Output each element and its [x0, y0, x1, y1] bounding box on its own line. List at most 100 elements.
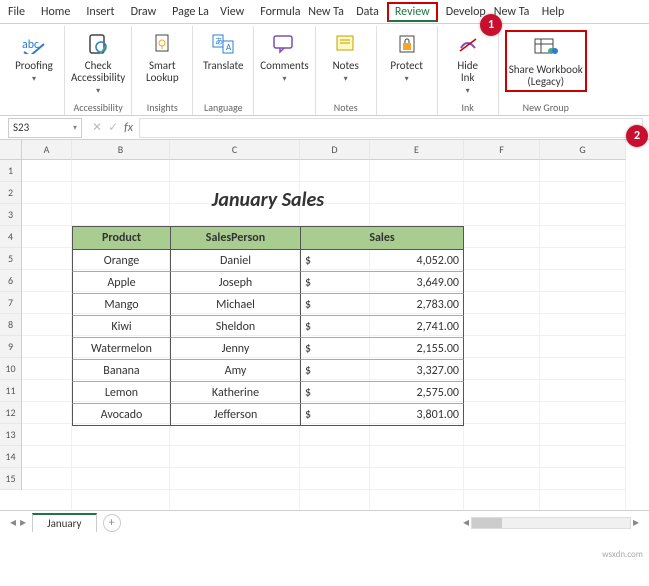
sheet-prev-icon[interactable]: ◂: [10, 515, 16, 530]
cell-person[interactable]: Sheldon: [170, 316, 300, 338]
col-header[interactable]: D: [300, 140, 370, 160]
select-all-triangle[interactable]: [0, 140, 22, 160]
scroll-right-icon[interactable]: ▸: [633, 515, 639, 530]
row-header[interactable]: 10: [0, 358, 21, 380]
cell-person[interactable]: Jefferson: [170, 404, 300, 426]
formula-bar: S23 ▾ ✕ ✓ fx: [0, 116, 649, 140]
row-header[interactable]: 7: [0, 292, 21, 314]
chevron-down-icon: ▾: [282, 74, 286, 84]
tab-formulas[interactable]: Formula: [252, 2, 300, 22]
table-row: AppleJoseph$3,649.00: [72, 272, 464, 294]
col-header[interactable]: A: [22, 140, 72, 160]
row-header[interactable]: 13: [0, 424, 21, 446]
translate-button[interactable]: あA Translate: [199, 30, 247, 72]
col-header[interactable]: C: [170, 140, 300, 160]
cell-sales[interactable]: $2,783.00: [300, 294, 464, 316]
col-header[interactable]: B: [72, 140, 170, 160]
col-header[interactable]: G: [540, 140, 626, 160]
cell-product[interactable]: Lemon: [72, 382, 170, 404]
row-header[interactable]: 6: [0, 270, 21, 292]
cell-person[interactable]: Katherine: [170, 382, 300, 404]
cell-product[interactable]: Apple: [72, 272, 170, 294]
lightbulb-icon: [152, 30, 172, 58]
col-header[interactable]: F: [464, 140, 540, 160]
worksheet-grid: 123456789101112131415 A B C D E F G Janu…: [0, 140, 649, 510]
tab-newtab-1[interactable]: New Ta: [300, 2, 348, 22]
sheet-next-icon[interactable]: ▸: [20, 515, 26, 530]
cell-person[interactable]: Jenny: [170, 338, 300, 360]
cell-person[interactable]: Joseph: [170, 272, 300, 294]
sheet-tab-bar: ◂ ▸ January + ◂ ▸: [0, 510, 649, 534]
cell-person[interactable]: Amy: [170, 360, 300, 382]
tab-draw[interactable]: Draw: [123, 2, 165, 22]
table-row: LemonKatherine$2,575.00: [72, 382, 464, 404]
tab-developer[interactable]: Develop: [438, 2, 486, 22]
fx-icon[interactable]: fx: [124, 121, 133, 135]
cell-sales[interactable]: $4,052.00: [300, 250, 464, 272]
row-header[interactable]: 9: [0, 336, 21, 358]
row-header[interactable]: 3: [0, 204, 21, 226]
chevron-down-icon: ▾: [344, 74, 348, 84]
spelling-icon: abc: [22, 30, 46, 58]
cell-product[interactable]: Mango: [72, 294, 170, 316]
table-row: AvocadoJefferson$3,801.00: [72, 404, 464, 426]
row-header[interactable]: 5: [0, 248, 21, 270]
cell-sales[interactable]: $3,649.00: [300, 272, 464, 294]
col-header[interactable]: E: [370, 140, 464, 160]
sheet-tab-january[interactable]: January: [32, 513, 96, 532]
tab-data[interactable]: Data: [348, 2, 387, 22]
row-header[interactable]: 12: [0, 402, 21, 424]
cell-product[interactable]: Watermelon: [72, 338, 170, 360]
cell-person[interactable]: Daniel: [170, 250, 300, 272]
cell-sales[interactable]: $3,327.00: [300, 360, 464, 382]
cell-sales[interactable]: $2,741.00: [300, 316, 464, 338]
scroll-left-icon[interactable]: ◂: [463, 515, 469, 530]
tab-help[interactable]: Help: [534, 2, 573, 22]
tab-home[interactable]: Home: [33, 2, 78, 22]
cell-product[interactable]: Avocado: [72, 404, 170, 426]
chevron-down-icon: ▾: [405, 74, 409, 84]
ink-icon: [457, 30, 479, 58]
tab-review[interactable]: Review: [387, 2, 438, 22]
horizontal-scrollbar[interactable]: [471, 517, 631, 529]
translate-icon: あA: [211, 30, 235, 58]
protect-button[interactable]: Protect ▾: [383, 30, 431, 84]
cell-person[interactable]: Michael: [170, 294, 300, 316]
sheet-title: January Sales: [72, 182, 464, 218]
row-header[interactable]: 14: [0, 446, 21, 468]
watermark: wsxdn.com: [602, 549, 643, 560]
tab-insert[interactable]: Insert: [78, 2, 122, 22]
proofing-button[interactable]: abc Proofing ▾: [10, 30, 58, 84]
comments-button[interactable]: Comments ▾: [260, 30, 308, 84]
add-sheet-button[interactable]: +: [103, 514, 121, 532]
row-header[interactable]: 8: [0, 314, 21, 336]
hide-ink-button[interactable]: Hide Ink ▾: [444, 30, 492, 96]
enter-icon[interactable]: ✓: [108, 120, 118, 135]
notes-button[interactable]: Notes ▾: [322, 30, 370, 84]
smart-lookup-button[interactable]: Smart Lookup: [138, 30, 186, 84]
cell-product[interactable]: Banana: [72, 360, 170, 382]
row-header[interactable]: 15: [0, 468, 21, 490]
lock-icon: [397, 30, 417, 58]
cancel-icon[interactable]: ✕: [92, 120, 102, 135]
row-header[interactable]: 2: [0, 182, 21, 204]
table-row: OrangeDaniel$4,052.00: [72, 250, 464, 272]
row-header[interactable]: 4: [0, 226, 21, 248]
row-header[interactable]: 11: [0, 380, 21, 402]
cell-sales[interactable]: $2,155.00: [300, 338, 464, 360]
comment-icon: [272, 30, 296, 58]
cell-sales[interactable]: $2,575.00: [300, 382, 464, 404]
cell-product[interactable]: Orange: [72, 250, 170, 272]
name-box[interactable]: S23 ▾: [8, 118, 82, 138]
tab-file[interactable]: File: [0, 2, 33, 22]
cell-product[interactable]: Kiwi: [72, 316, 170, 338]
tab-pagelayout[interactable]: Page La: [164, 2, 212, 22]
callout-1: 1: [480, 14, 502, 36]
tab-view[interactable]: View: [212, 2, 252, 22]
cell-sales[interactable]: $3,801.00: [300, 404, 464, 426]
check-accessibility-button[interactable]: Check Accessibility ▾: [71, 30, 125, 96]
table-row: WatermelonJenny$2,155.00: [72, 338, 464, 360]
formula-input[interactable]: [139, 118, 643, 138]
row-header[interactable]: 1: [0, 160, 21, 182]
share-workbook-legacy-button[interactable]: Share Workbook (Legacy): [505, 30, 587, 92]
